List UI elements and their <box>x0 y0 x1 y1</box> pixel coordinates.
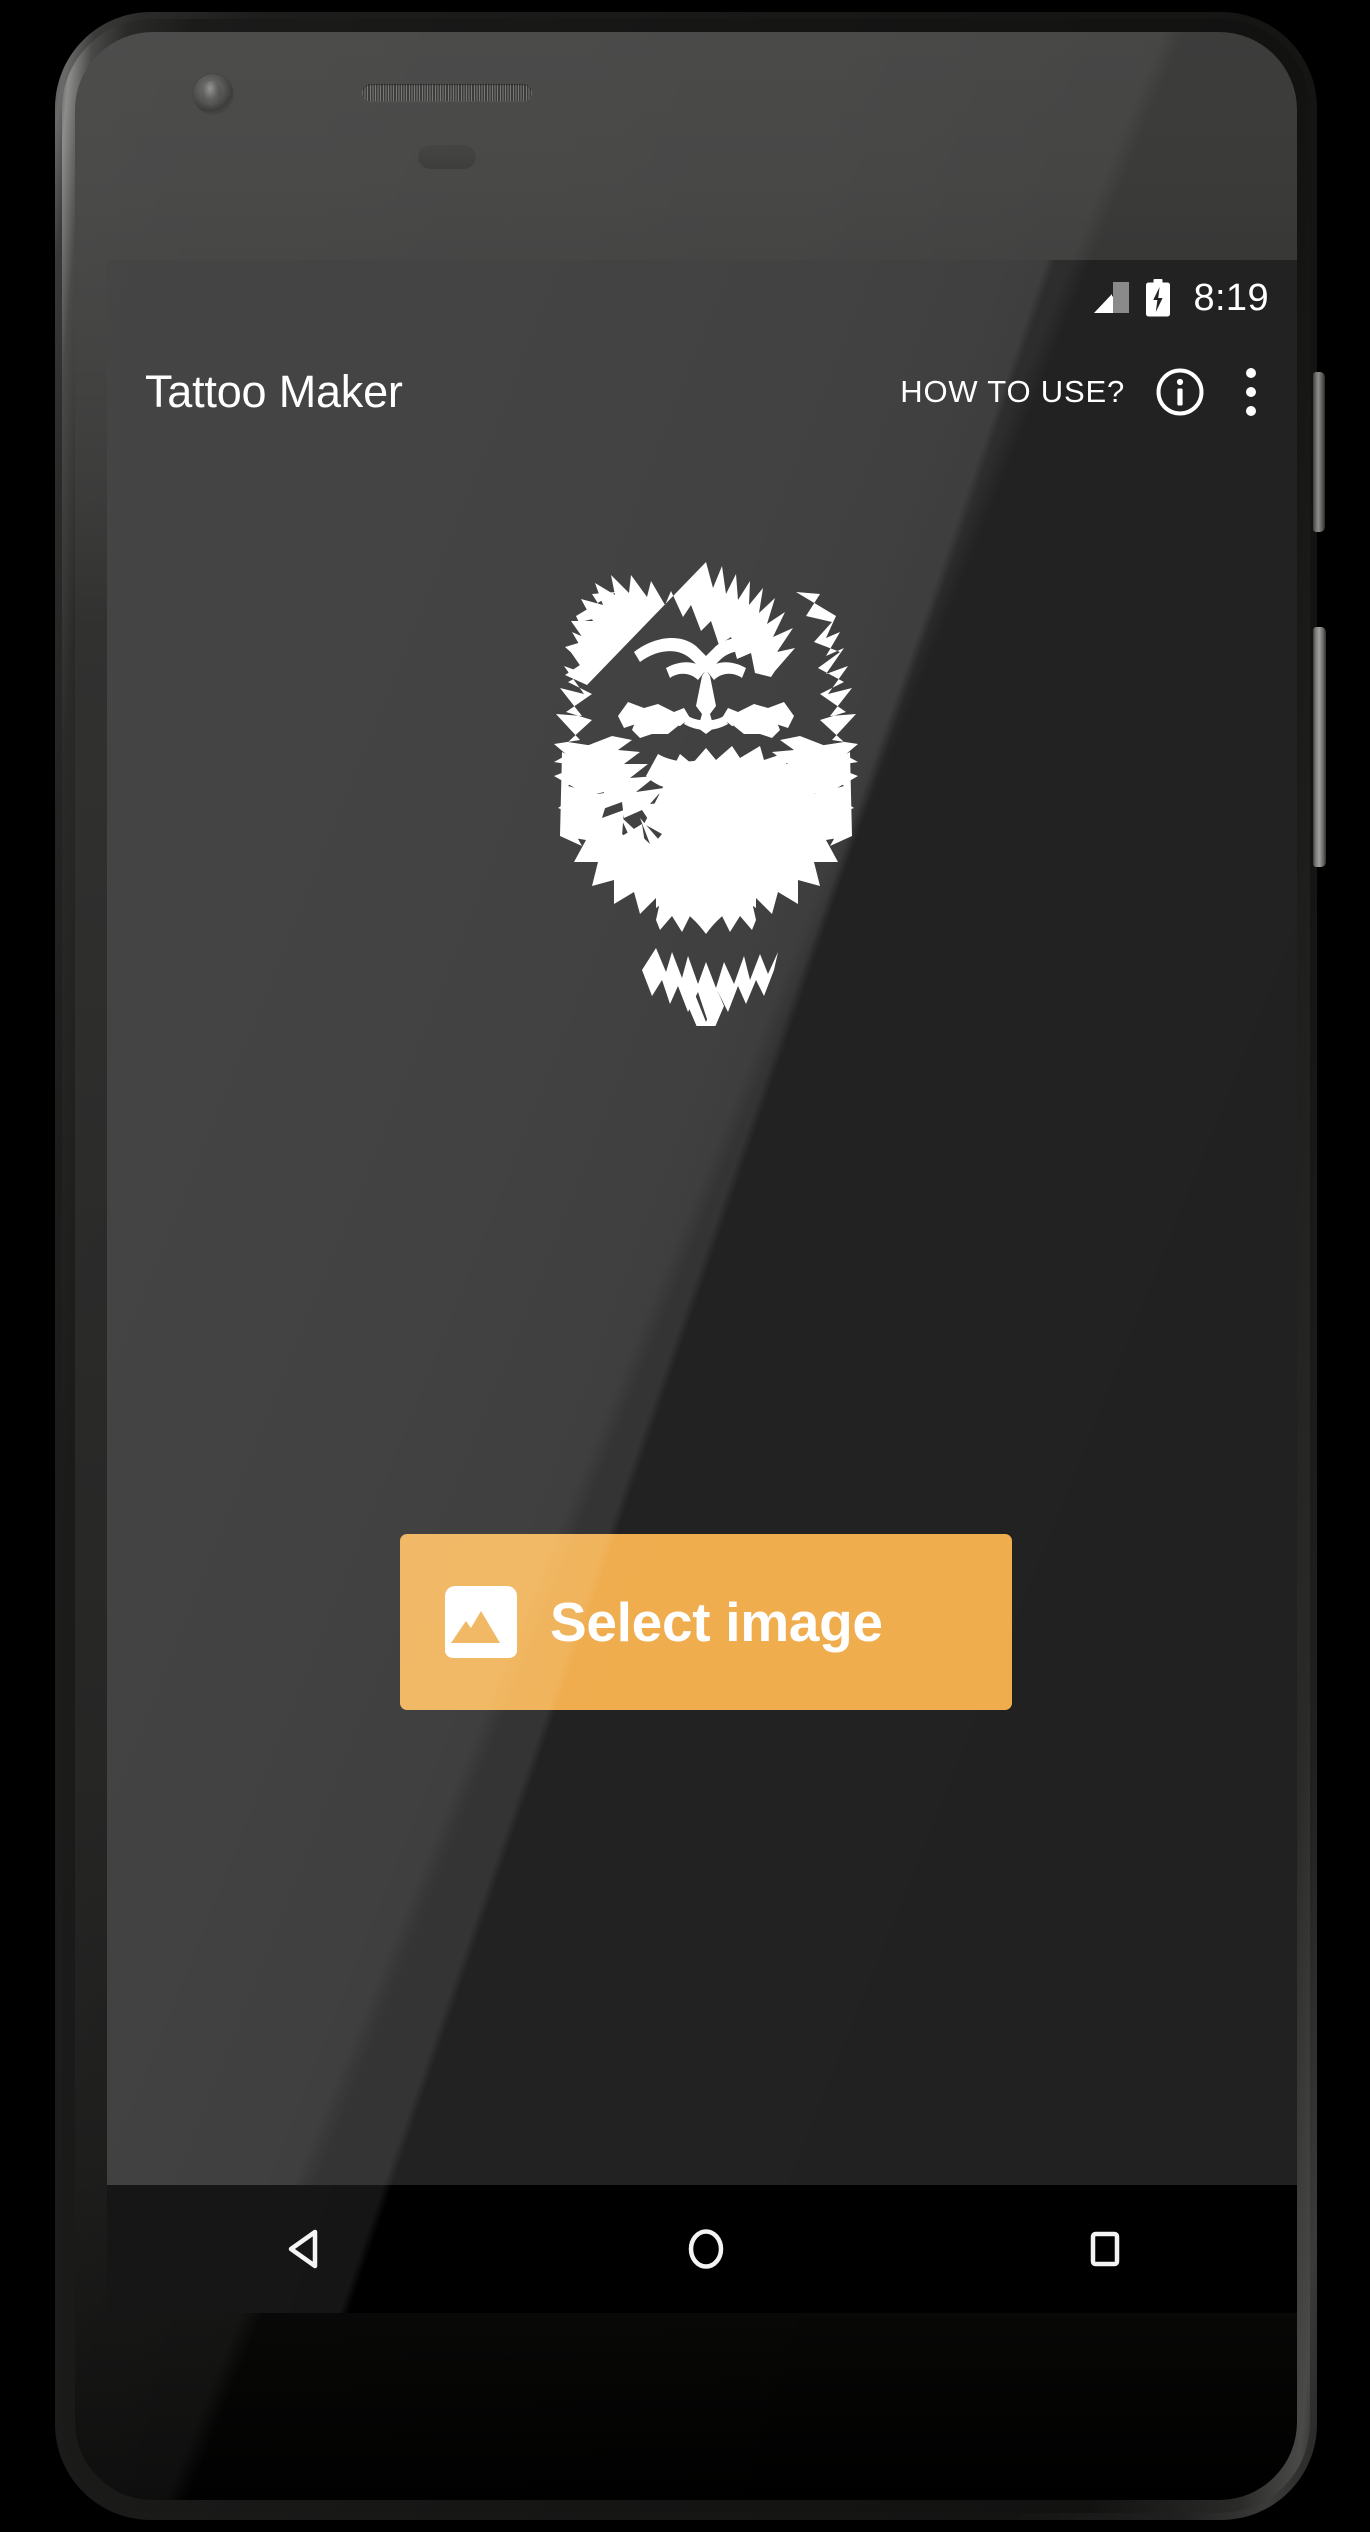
main-content: Select image <box>107 448 1297 2313</box>
recents-square-icon <box>1091 2231 1120 2267</box>
proximity-sensor-icon <box>418 144 476 169</box>
select-image-button[interactable]: Select image <box>400 1534 1012 1710</box>
android-navigation-bar <box>107 2185 1297 2313</box>
status-bar: 8:19 <box>107 260 1297 336</box>
phone-device: 8:19 Tattoo Maker HOW TO USE? Select ima… <box>55 12 1326 2520</box>
info-button[interactable] <box>1141 353 1219 431</box>
volume-rocker-button[interactable] <box>1313 627 1326 867</box>
select-image-label: Select image <box>550 1591 883 1653</box>
overflow-menu-icon <box>1246 406 1256 416</box>
battery-charging-icon <box>1146 279 1171 317</box>
earpiece-speaker-icon <box>362 84 532 101</box>
status-bar-time: 8:19 <box>1193 277 1269 319</box>
signal-bars-icon <box>1094 282 1130 313</box>
action-bar: Tattoo Maker HOW TO USE? <box>107 336 1297 448</box>
image-picture-icon <box>445 1586 517 1658</box>
recents-button[interactable] <box>1030 2185 1180 2313</box>
home-button[interactable] <box>631 2185 781 2313</box>
lion-head-tattoo-wrapper <box>107 556 1297 1026</box>
status-bar-icons: 8:19 <box>1093 279 1269 317</box>
overflow-menu-button[interactable] <box>1219 353 1283 431</box>
overflow-menu-icon <box>1246 387 1256 397</box>
app-title: Tattoo Maker <box>145 366 403 417</box>
lion-head-tattoo <box>554 562 858 1026</box>
device-front-glass: 8:19 Tattoo Maker HOW TO USE? Select ima… <box>75 32 1297 2500</box>
back-button[interactable] <box>232 2185 382 2313</box>
front-camera-icon <box>193 74 233 114</box>
overflow-menu-icon <box>1246 368 1256 378</box>
back-triangle-icon <box>288 2229 317 2269</box>
info-circle-icon <box>1156 368 1204 416</box>
home-circle-icon <box>688 2229 724 2269</box>
how-to-use-button[interactable]: HOW TO USE? <box>884 360 1141 424</box>
phone-screen: 8:19 Tattoo Maker HOW TO USE? Select ima… <box>107 260 1297 2313</box>
power-button[interactable] <box>1313 372 1325 532</box>
